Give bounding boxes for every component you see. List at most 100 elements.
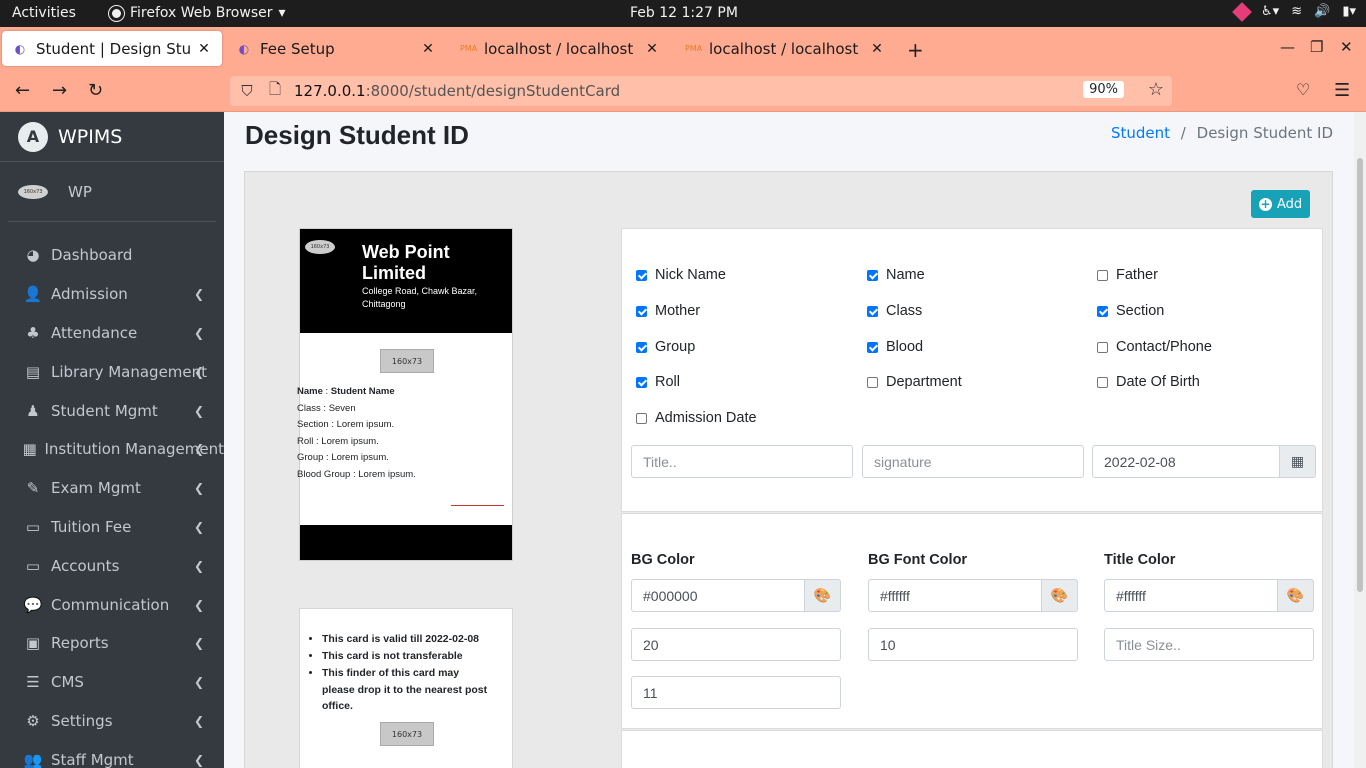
tab-label: localhost / localhost / wp xyxy=(709,39,863,58)
sidebar-item-accounts[interactable]: ▭ Accounts ❮ xyxy=(0,546,224,585)
add-button[interactable]: + Add xyxy=(1251,190,1311,218)
checkbox-unchecked-icon[interactable] xyxy=(1097,376,1108,388)
checkbox-checked-icon[interactable] xyxy=(867,305,878,317)
maximize-button[interactable]: ❐ xyxy=(1310,38,1323,56)
close-icon[interactable]: ✕ xyxy=(644,41,660,57)
tab-fee-setup[interactable]: ◐ Fee Setup ✕ xyxy=(226,31,446,66)
clock[interactable]: Feb 12 1:27 PM xyxy=(630,5,738,21)
system-tray[interactable]: ♿▾ ≋ 🔊 ▮▾ xyxy=(1232,1,1356,22)
date-input[interactable]: 2022-02-08 xyxy=(1092,445,1280,478)
accessibility-icon[interactable]: ♿▾ xyxy=(1261,4,1279,19)
url-bar[interactable]: ⛉ 🗋 127.0.0.1:8000/student/designStudent… xyxy=(230,76,1172,106)
activities-button[interactable]: Activities xyxy=(12,5,76,21)
sidebar-item-dashboard[interactable]: ◕ Dashboard xyxy=(0,236,224,275)
checkbox-unchecked-icon[interactable] xyxy=(636,412,647,424)
back-button[interactable]: ← xyxy=(15,80,30,101)
checkbox-unchecked-icon[interactable] xyxy=(867,376,878,388)
checkbox-checked-icon[interactable] xyxy=(636,269,647,281)
id-card-field-label: Blood Group xyxy=(297,468,351,480)
bg-font-color-input[interactable]: #ffffff xyxy=(868,579,1042,612)
sidebar-item-tuition-fee[interactable]: ▭ Tuition Fee ❮ xyxy=(0,508,224,547)
palette-icon[interactable]: 🎨 xyxy=(1041,579,1078,612)
sidebar-item-staff-mgmt[interactable]: 👥 Staff Mgmt ❮ xyxy=(0,740,224,768)
checkbox-section[interactable]: Section xyxy=(1097,303,1164,319)
palette-icon[interactable]: 🎨 xyxy=(1277,579,1314,612)
checkbox-checked-icon[interactable] xyxy=(867,341,878,353)
user-plus-icon: 👤 xyxy=(23,285,43,304)
chevron-left-icon: ❮ xyxy=(193,287,204,302)
sidebar-item-settings[interactable]: ⚙ Settings ❮ xyxy=(0,702,224,741)
title-color-input[interactable]: #ffffff xyxy=(1104,579,1278,612)
phpmyadmin-icon: PMA xyxy=(460,43,478,53)
breadcrumb-student-link[interactable]: Student xyxy=(1111,124,1170,142)
close-icon[interactable]: ✕ xyxy=(420,41,436,57)
checkbox-group[interactable]: Group xyxy=(636,339,695,355)
user-name[interactable]: WP xyxy=(68,183,92,201)
id-card-field-separator: : xyxy=(328,419,337,431)
close-icon[interactable]: ✕ xyxy=(869,41,885,57)
page-icon[interactable]: 🗋 xyxy=(266,79,284,104)
title-input[interactable]: Title.. xyxy=(631,445,853,478)
sidebar-item-admission[interactable]: 👤 Admission ❮ xyxy=(0,275,224,314)
calendar-icon[interactable]: ▦ xyxy=(1279,445,1316,478)
sidebar-item-exam-mgmt[interactable]: ✎ Exam Mgmt ❮ xyxy=(0,469,224,508)
reload-button[interactable]: ↻ xyxy=(88,80,103,101)
pocket-icon[interactable]: ♡ xyxy=(1296,80,1310,99)
checkbox-checked-icon[interactable] xyxy=(1097,305,1108,317)
shield-icon[interactable]: ⛉ xyxy=(238,82,256,100)
checkbox-father[interactable]: Father xyxy=(1097,267,1158,283)
checkbox-checked-icon[interactable] xyxy=(636,305,647,317)
minimize-button[interactable]: — xyxy=(1280,38,1295,56)
brand-link[interactable]: A WPIMS xyxy=(0,112,224,162)
sidebar-item-library-management[interactable]: ▤ Library Management ❮ xyxy=(0,352,224,391)
close-icon[interactable]: ✕ xyxy=(196,41,212,57)
checkbox-class[interactable]: Class xyxy=(867,303,922,319)
checkbox-roll[interactable]: Roll xyxy=(636,374,680,390)
title-size-input[interactable]: Title Size.. xyxy=(1104,628,1314,661)
size-input-3[interactable]: 11 xyxy=(631,676,841,709)
bookmark-star-icon[interactable]: ☆ xyxy=(1148,79,1164,100)
checkbox-name[interactable]: Name xyxy=(867,267,925,283)
checkbox-contact-phone[interactable]: Contact/Phone xyxy=(1097,339,1212,355)
sidebar-item-reports[interactable]: ▣ Reports ❮ xyxy=(0,624,224,663)
checkbox-admission-date[interactable]: Admission Date xyxy=(636,410,757,426)
sidebar-item-attendance[interactable]: ♣ Attendance ❮ xyxy=(0,314,224,353)
checkbox-checked-icon[interactable] xyxy=(636,376,647,388)
sidebar-item-label: Settings xyxy=(51,711,113,730)
sidebar-item-communication[interactable]: 💬 Communication ❮ xyxy=(0,585,224,624)
size-input-2[interactable]: 10 xyxy=(868,628,1078,661)
signature-input[interactable]: signature xyxy=(862,445,1084,478)
checkbox-unchecked-icon[interactable] xyxy=(1097,269,1108,281)
tree-icon: ♣ xyxy=(26,323,40,342)
tab-phpmyadmin-2[interactable]: PMA localhost / localhost / wp ✕ xyxy=(675,31,895,66)
new-tab-button[interactable]: + xyxy=(907,38,924,62)
checkbox-label: Department xyxy=(886,374,962,390)
checkbox-unchecked-icon[interactable] xyxy=(1097,341,1108,353)
app-indicator-icon[interactable] xyxy=(1232,1,1252,22)
id-card-logo: 160x73 xyxy=(305,240,335,254)
checkbox-mother[interactable]: Mother xyxy=(636,303,700,319)
sidebar-item-cms[interactable]: ☰ CMS ❮ xyxy=(0,663,224,702)
tab-design-student-id[interactable]: ◐ Student | Design Student ID ✕ xyxy=(2,31,222,66)
comments-icon: 💬 xyxy=(23,595,43,614)
checkbox-nick-name[interactable]: Nick Name xyxy=(636,267,726,283)
user-panel[interactable]: 160x73 WP xyxy=(8,162,216,222)
cogs-icon: ⚙ xyxy=(26,711,40,730)
menu-icon[interactable]: ☰ xyxy=(1334,80,1350,101)
checkbox-checked-icon[interactable] xyxy=(636,341,647,353)
close-window-button[interactable]: ✕ xyxy=(1340,38,1353,56)
tab-phpmyadmin-1[interactable]: PMA localhost / localhost / wp ✕ xyxy=(450,31,670,66)
checkbox-blood[interactable]: Blood xyxy=(867,339,923,355)
checkbox-checked-icon[interactable] xyxy=(867,269,878,281)
scrollbar-thumb[interactable] xyxy=(1357,158,1363,592)
palette-icon[interactable]: 🎨 xyxy=(804,579,841,612)
bg-color-input[interactable]: #000000 xyxy=(631,579,805,612)
sidebar-item-institution-management[interactable]: ▦ Institution Management ❮ xyxy=(0,430,224,469)
checkbox-department[interactable]: Department xyxy=(867,374,962,390)
sidebar-item-student-mgmt[interactable]: ♟ Student Mgmt ❮ xyxy=(0,391,224,430)
size-input-1[interactable]: 20 xyxy=(631,628,841,661)
app-menu[interactable]: Firefox Web Browser ▾ xyxy=(109,5,286,21)
checkbox-date-of-birth[interactable]: Date Of Birth xyxy=(1097,374,1200,390)
forward-button[interactable]: → xyxy=(52,80,67,101)
zoom-indicator[interactable]: 90% xyxy=(1083,81,1124,98)
